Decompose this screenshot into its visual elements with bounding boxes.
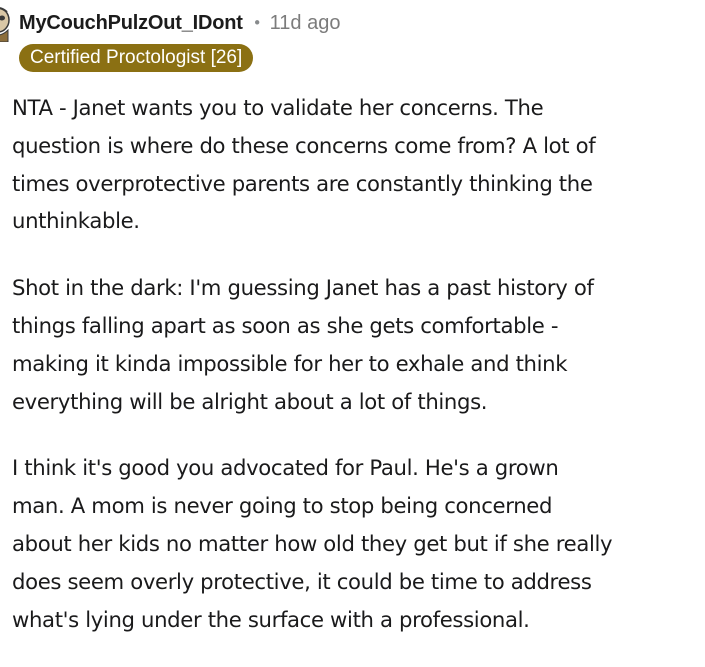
comment-body: NTA - Janet wants you to validate her co… <box>12 89 702 667</box>
comment-text-line: times overprotective parents are constan… <box>12 170 593 196</box>
comment-paragraph: I think it's good you advocated for Paul… <box>12 449 702 638</box>
comment-text-line: I think it's good you advocated for Paul… <box>12 455 559 481</box>
comment-text-line: making it kinda impossible for her to ex… <box>12 350 568 376</box>
comment-text-line: about her kids no matter how old they ge… <box>12 530 613 556</box>
comment-text-line: unthinkable. <box>12 208 140 234</box>
user-flair-badge: Certified Proctologist [26] <box>19 44 254 72</box>
user-avatar-icon[interactable] <box>0 6 12 42</box>
comment-text-line: Shot in the dark: I'm guessing Janet has… <box>12 275 594 301</box>
comment-text-line: things falling apart as soon as she gets… <box>12 312 559 338</box>
meta-separator: • <box>252 14 262 32</box>
author-username[interactable]: MyCouchPulzOut_IDont <box>19 12 243 35</box>
comment-text-line: everything will be alright about a lot o… <box>12 388 488 414</box>
comment-text-line: NTA - Janet wants you to validate her co… <box>12 95 544 120</box>
comment-text-line: does seem overly protective, it could be… <box>12 568 592 594</box>
comment-header: MyCouchPulzOut_IDont • 11d ago <box>19 8 340 38</box>
comment-paragraph: Shot in the dark: I'm guessing Janet has… <box>12 269 702 420</box>
comment-text-line: man. A mom is never going to stop being … <box>12 493 553 519</box>
comment-timestamp[interactable]: 11d ago <box>270 12 341 35</box>
comment-text-line: question is where do these concerns come… <box>12 132 596 158</box>
comment-text-line: what's lying under the surface with a pr… <box>12 606 530 632</box>
comment-paragraph: NTA - Janet wants you to validate her co… <box>12 89 702 240</box>
